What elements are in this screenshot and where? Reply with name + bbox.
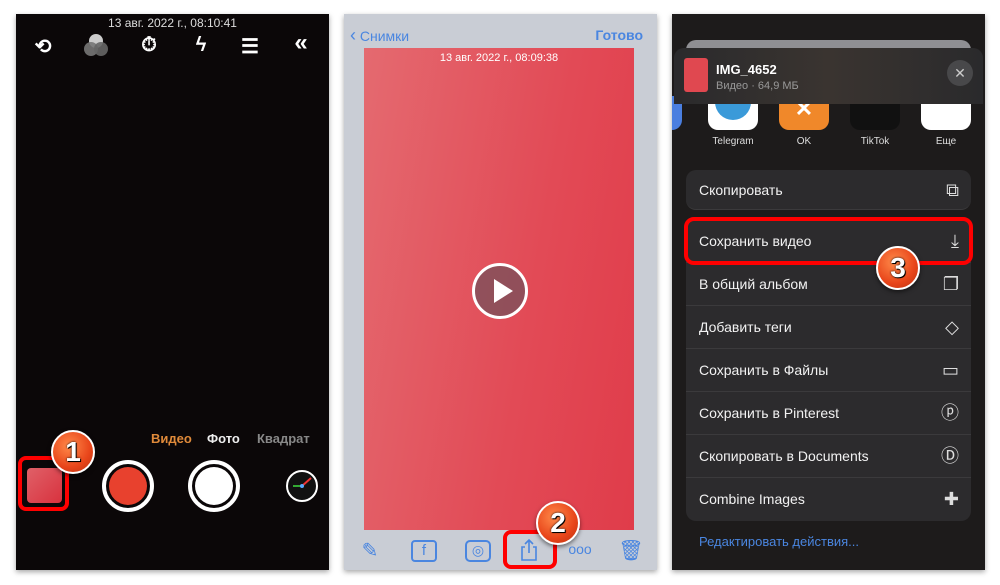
action-label: Добавить теги [699,319,792,335]
filters-icon[interactable] [82,32,110,63]
done-button[interactable]: Готово [595,27,643,43]
action-add-tags[interactable]: Добавить теги ◇ [686,306,971,349]
menu-list-icon[interactable]: ☰ [235,34,265,59]
mode-photo[interactable]: Фото [207,431,240,446]
action-label: Скопировать [699,182,783,198]
action-label: Скопировать в Documents [699,448,869,464]
pinterest-icon: ⓟ [941,403,959,423]
step-badge-2: 2 [536,501,580,545]
play-button[interactable] [472,263,528,319]
file-info: Видео · 64,9 МБ [716,80,799,92]
action-label: Сохранить в Pinterest [699,405,840,421]
instagram-icon[interactable]: ◎ [465,540,491,562]
trash-icon[interactable]: 🗑 [618,538,644,563]
mode-square[interactable]: Квадрат [257,431,310,446]
action-copy-documents[interactable]: Скопировать в Documents Ⓓ [686,435,971,478]
more-icon[interactable]: ooo [567,541,593,557]
video-timestamp: 13 авг. 2022 г., 08:09:38 [439,52,559,64]
step-badge-1: 1 [51,430,95,474]
facebook-icon[interactable]: f [411,540,437,562]
edit-actions-link[interactable]: Редактировать действия... [699,534,859,549]
timer-off-icon[interactable]: ⏱ [134,34,164,57]
step-badge-3: 3 [876,246,920,290]
puzzle-icon: ✚ [943,489,959,509]
camera-switch-icon[interactable]: ⟲ [28,34,58,59]
mode-video[interactable]: Видео [151,431,192,446]
exposure-dial-icon[interactable] [285,469,319,508]
action-combine-images[interactable]: Combine Images ✚ [686,478,971,521]
back-button[interactable]: ‹ Снимки [350,25,409,46]
action-label: Сохранить в Файлы [699,362,829,378]
share-sheet-screen: IMG_4652 Видео · 64,9 МБ ✕ ✕ Telegram OK… [672,14,985,570]
close-icon: ✕ [954,65,966,81]
action-copy[interactable]: Скопировать ⧉ [686,170,971,210]
action-label: Combine Images [699,491,805,507]
close-button[interactable]: ✕ [947,60,973,86]
file-name: IMG_4652 [716,62,777,77]
pencil-icon[interactable]: ✎ [357,538,383,563]
app-label-tiktok: TikTok [860,136,890,147]
video-preview: 13 авг. 2022 г., 08:09:38 [364,48,634,530]
collapse-chevrons-icon[interactable]: « [286,29,316,57]
file-thumbnail [684,58,708,92]
back-label: Снимки [359,28,410,44]
action-save-pinterest[interactable]: Сохранить в Pinterest ⓟ [686,392,971,435]
shared-album-icon: ❐ [942,274,959,294]
video-viewer-screen: ‹ Снимки Готово 13 авг. 2022 г., 08:09:3… [344,14,657,570]
action-shared-album[interactable]: В общий альбом ❐ [686,263,971,306]
camera-timestamp: 13 авг. 2022 г., 08:10:41 [108,16,237,30]
highlight-save-video [684,217,973,265]
play-icon [494,279,513,303]
tag-icon: ◇ [945,317,959,337]
app-label-more: Еще [935,136,957,147]
record-video-button[interactable] [102,460,154,512]
action-label: В общий альбом [699,276,808,292]
folder-icon: ▭ [941,360,959,380]
flash-auto-icon[interactable]: ϟ [186,34,216,57]
app-label-ok: OK [796,136,812,147]
chevron-left-icon: ‹ [350,25,356,45]
action-save-files[interactable]: Сохранить в Файлы ▭ [686,349,971,392]
share-header: IMG_4652 Видео · 64,9 МБ ✕ [674,48,983,104]
app-label-telegram: Telegram [712,136,754,147]
documents-icon: Ⓓ [941,446,959,466]
shutter-button[interactable] [188,460,240,512]
copy-icon: ⧉ [946,180,959,200]
